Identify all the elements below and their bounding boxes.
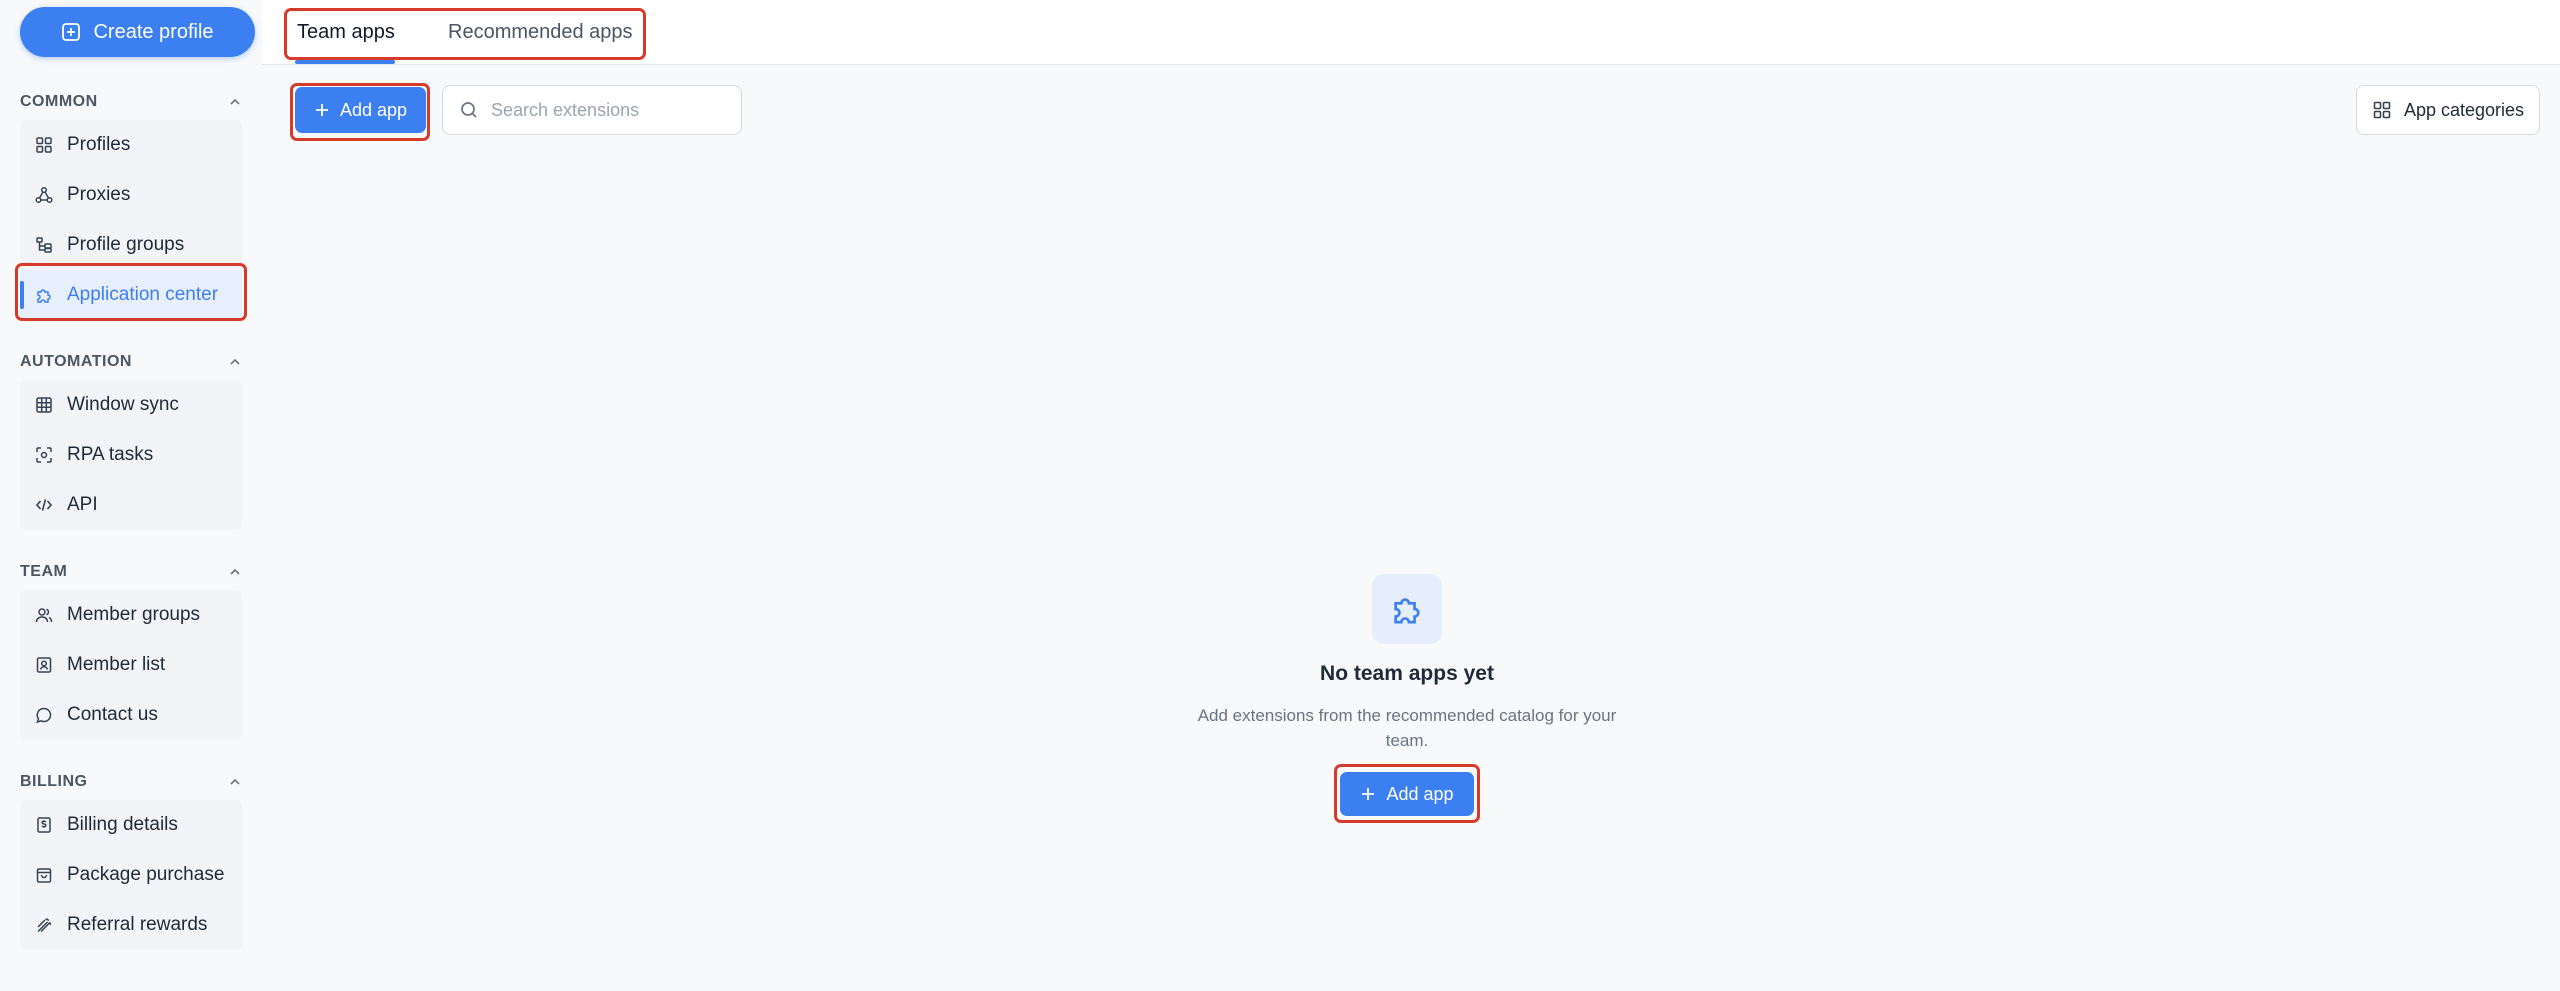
empty-state-title: No team apps yet [1320,662,1494,685]
shopping-bag-icon [36,868,52,883]
sidebar-item-api[interactable]: API [20,480,242,530]
sidebar-item-label: Package purchase [67,864,225,885]
section-header-automation[interactable]: AUTOMATION [20,350,242,374]
sidebar-item-label: Profiles [67,134,131,155]
search-field[interactable] [442,85,742,135]
empty-state-description: Add extensions from the recommended cata… [1197,706,1617,750]
sidebar-item-rpa-tasks[interactable]: RPA tasks [20,430,242,480]
create-profile-button[interactable]: Create profile [20,7,255,57]
receipt-icon [37,817,51,833]
grid-icon [2373,101,2391,119]
gift-icon [37,918,52,933]
code-icon [35,499,53,511]
chevron-up-icon [230,568,240,575]
tab-label: Team apps [297,21,395,43]
add-app-button[interactable]: Add app [295,87,426,133]
sidebar-item-label: API [67,494,98,515]
sidebar-item-referral-rewards[interactable]: Referral rewards [20,900,242,950]
empty-state-add-app-button[interactable]: Add app [1340,772,1474,816]
sidebar-item-proxies[interactable]: Proxies [20,170,242,220]
add-app-label: Add app [339,99,408,120]
sidebar-item-label: Window sync [67,394,179,415]
section-header-team[interactable]: TEAM [20,560,242,584]
puzzle-icon [1394,598,1420,624]
sidebar-item-label: Member list [67,654,166,675]
app-categories-label: App categories [2403,99,2525,120]
sidebar-item-label: Profile groups [67,234,185,255]
puzzle-icon [37,289,51,303]
plus-icon [1362,788,1375,800]
chat-icon [36,707,52,724]
sidebar-item-label: Proxies [67,184,131,205]
sidebar-item-label: Billing details [67,814,178,835]
users-icon [35,608,53,623]
contact-card-icon [36,657,52,673]
section-team: Member groups Member list Contact us [20,590,242,740]
sidebar-item-application-center[interactable]: Application center [20,270,242,320]
section-title: COMMON [20,93,98,110]
sidebar: Create profile COMMON Profiles Proxies P… [0,0,262,991]
sidebar-item-member-list[interactable]: Member list [20,640,242,690]
sidebar-item-package-purchase[interactable]: Package purchase [20,850,242,900]
section-header-common[interactable]: COMMON [20,90,242,114]
tab-label: Recommended apps [448,21,633,43]
sidebar-item-label: RPA tasks [67,444,154,465]
section-common: Profiles Proxies Profile groups Applicat… [20,120,242,320]
section-automation: Window sync RPA tasks API [20,380,242,530]
search-input[interactable] [491,99,731,121]
tree-icon [36,237,52,253]
chevron-up-icon [230,358,240,365]
chevron-up-icon [230,778,240,785]
section-header-billing[interactable]: BILLING [20,770,242,794]
active-tab-indicator [295,60,395,64]
grid-icon [36,137,52,153]
empty-state-icon [1372,574,1442,644]
section-title: AUTOMATION [20,353,132,370]
search-icon [461,102,477,118]
section-title: BILLING [20,773,88,790]
app-categories-button[interactable]: App categories [2356,85,2540,135]
section-billing: Billing details Package purchase Referra… [20,800,242,950]
sidebar-item-billing-details[interactable]: Billing details [20,800,242,850]
tab-team-apps[interactable]: Team apps [297,0,395,65]
sidebar-item-label: Referral rewards [67,914,208,935]
sidebar-item-profile-groups[interactable]: Profile groups [20,220,242,270]
table-icon [36,397,52,413]
sidebar-item-label: Member groups [67,604,201,625]
sidebar-item-label: Contact us [67,704,158,725]
create-profile-label: Create profile [93,20,214,43]
sidebar-item-label: Application center [67,284,219,305]
tab-recommended-apps[interactable]: Recommended apps [448,0,633,65]
chevron-up-icon [230,98,240,105]
section-title: TEAM [20,563,68,580]
sidebar-item-window-sync[interactable]: Window sync [20,380,242,430]
plus-icon [315,104,328,116]
add-app-label: Add app [1386,783,1454,804]
scan-icon [36,447,52,463]
sidebar-item-member-groups[interactable]: Member groups [20,590,242,640]
sidebar-item-profiles[interactable]: Profiles [20,120,242,170]
sidebar-item-contact-us[interactable]: Contact us [20,690,242,740]
plus-square-icon [62,23,81,41]
proxy-network-icon [35,186,53,204]
